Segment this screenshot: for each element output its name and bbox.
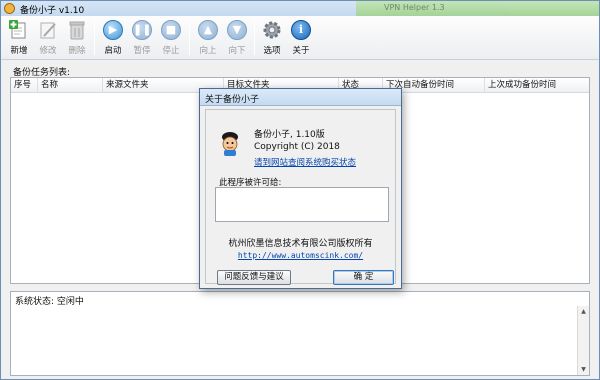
start-button-label: 启动 bbox=[104, 46, 122, 56]
start-button[interactable]: ▶ 启动 bbox=[98, 18, 128, 58]
column-header-index[interactable]: 序号 bbox=[11, 78, 38, 93]
trash-icon bbox=[69, 21, 85, 40]
scroll-up-icon[interactable]: ▲ bbox=[578, 306, 589, 317]
delete-button[interactable]: 删除 bbox=[62, 18, 92, 58]
new-document-icon bbox=[9, 20, 26, 39]
move-down-button-label: 向下 bbox=[228, 46, 246, 56]
copyright-text: Copyright (C) 2018 bbox=[254, 142, 340, 152]
status-text: 系统状态: 空闲中 bbox=[15, 297, 84, 307]
gear-icon bbox=[263, 21, 281, 39]
pause-button[interactable]: ❚❚ 暂停 bbox=[127, 18, 157, 58]
toolbar-separator bbox=[254, 21, 255, 55]
ok-button[interactable]: 确 定 bbox=[333, 270, 394, 285]
license-box bbox=[215, 187, 389, 222]
pause-icon: ❚❚ bbox=[132, 20, 152, 40]
delete-button-label: 删除 bbox=[68, 46, 86, 56]
info-icon: i bbox=[291, 20, 311, 40]
purchase-status-link[interactable]: 请到网站查阅系统购买状态 bbox=[254, 156, 356, 168]
edit-icon bbox=[40, 22, 56, 39]
background-window-title[interactable]: VPN Helper 1.3 bbox=[356, 1, 599, 16]
status-scrollbar[interactable]: ▲ ▼ bbox=[577, 306, 589, 375]
scroll-down-icon[interactable]: ▼ bbox=[578, 364, 589, 375]
arrow-up-icon: ▲ bbox=[198, 20, 218, 40]
window-title: 备份小子 v1.10 bbox=[20, 6, 85, 16]
website-link[interactable]: http://www.automscink.com/ bbox=[206, 251, 395, 260]
move-down-button[interactable]: ▼ 向下 bbox=[222, 18, 252, 58]
about-button[interactable]: i 关于 bbox=[286, 18, 316, 58]
about-dialog-body: 备份小子, 1.10版 Copyright (C) 2018 请到网站查阅系统购… bbox=[205, 109, 396, 285]
column-header-last-backup[interactable]: 上次成功备份时间 bbox=[485, 78, 589, 93]
about-dialog: 关于备份小子 备份小子, 1.10版 Copyright (C) 2018 请到… bbox=[199, 88, 402, 289]
options-button-label: 选项 bbox=[263, 46, 281, 56]
feedback-button[interactable]: 问题反馈与建议 bbox=[217, 270, 291, 285]
mascot-logo-icon bbox=[222, 132, 238, 156]
move-up-button[interactable]: ▲ 向上 bbox=[193, 18, 223, 58]
stop-icon: ■ bbox=[161, 20, 181, 40]
about-button-label: 关于 bbox=[292, 46, 310, 56]
pause-button-label: 暂停 bbox=[133, 46, 151, 56]
status-panel: 系统状态: 空闲中 ▲ ▼ bbox=[10, 291, 590, 376]
edit-button-label: 修改 bbox=[39, 46, 57, 56]
about-dialog-title: 关于备份小子 bbox=[205, 95, 260, 105]
about-dialog-title-bar[interactable]: 关于备份小子 bbox=[200, 89, 401, 106]
toolbar-separator bbox=[189, 21, 190, 55]
arrow-down-icon: ▼ bbox=[227, 20, 247, 40]
toolbar: 新增 修改 删除 ▶ 启动 ❚❚ 暂停 ■ 停止 ▲ 向上 ▼ 向下 选项 i … bbox=[1, 16, 599, 60]
stop-button[interactable]: ■ 停止 bbox=[156, 18, 186, 58]
toolbar-separator bbox=[94, 21, 95, 55]
column-header-name[interactable]: 名称 bbox=[38, 78, 103, 93]
move-up-button-label: 向上 bbox=[199, 46, 217, 56]
company-copyright: 杭州欣墨信息技术有限公司版权所有 bbox=[228, 239, 373, 249]
play-icon: ▶ bbox=[103, 20, 123, 40]
new-button[interactable]: 新增 bbox=[4, 18, 34, 58]
options-button[interactable]: 选项 bbox=[257, 18, 287, 58]
product-version: 备份小子, 1.10版 bbox=[254, 130, 325, 140]
app-logo-icon bbox=[4, 3, 15, 14]
edit-button[interactable]: 修改 bbox=[33, 18, 63, 58]
stop-button-label: 停止 bbox=[162, 46, 180, 56]
new-button-label: 新增 bbox=[10, 46, 28, 56]
